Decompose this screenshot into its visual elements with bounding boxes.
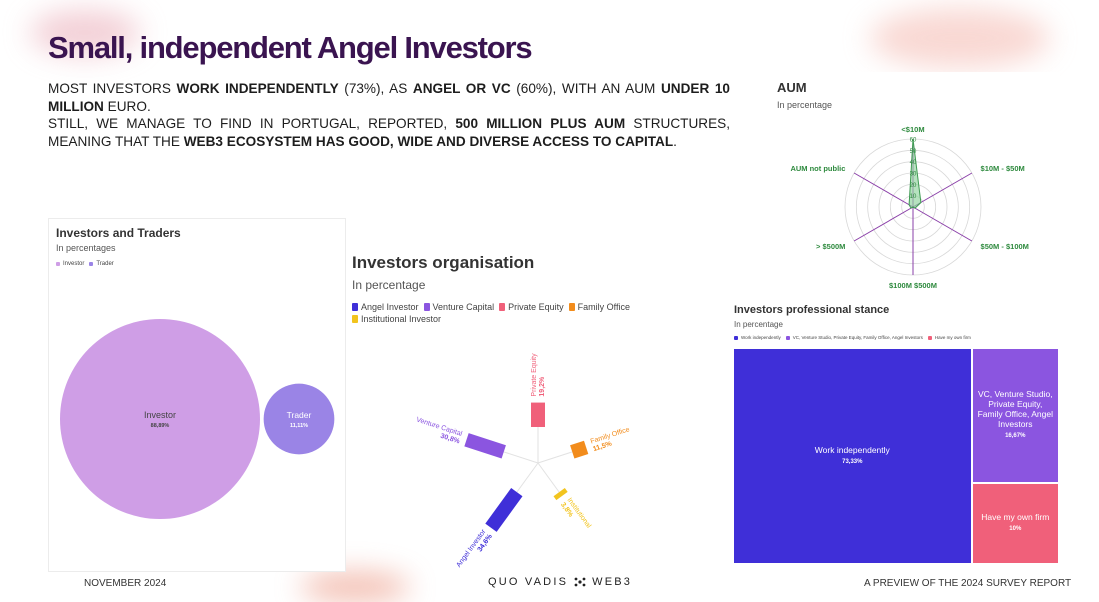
intro-text: Most investors work independently (73%),… [48, 80, 730, 150]
treemap-cell-value: 16,67% [1005, 433, 1026, 440]
radial-spoke [537, 462, 560, 493]
footer-date: NOVEMBER 2024 [84, 578, 167, 589]
radial-spoke [537, 451, 573, 464]
brand-suffix: WEB3 [592, 576, 633, 588]
footer-brand: QUO VADIS WEB3 [488, 576, 632, 588]
brand-logo-icon [574, 577, 586, 587]
legend-label: VC, Venture Studio, Private Equity, Fami… [792, 335, 923, 340]
intro-highlight: WEB3 ecosystem has good, wide and divers… [183, 133, 674, 149]
treemap-cell-value: 73,33% [842, 459, 863, 465]
radar-axis [912, 172, 973, 208]
radar-tick-label: 30 [910, 172, 917, 178]
treemap-cell-label: Have my own firm [981, 512, 1050, 523]
radar-axis [853, 206, 914, 242]
radial-bar-label: Angel Investor34,6% [455, 528, 494, 574]
radar-axis-label: $50M - $100M [981, 242, 1029, 251]
legend-label: Have my own firm [934, 335, 971, 340]
intro-run: (73%), as [338, 81, 413, 96]
legend-item-vc-studio-pe-fo-angel: VC, Venture Studio, Private Equity, Fami… [785, 335, 923, 340]
treemap-chart: Work independently 73,33% VC, Venture Stud… [734, 349, 1058, 563]
legend-swatch [734, 335, 738, 340]
radial-bar-chart: Private Equity19,2% Family Office11,5% Ins… [413, 353, 633, 569]
panel-aum: AUM In percentage <$10M $10M - $50M $50M -… [770, 72, 1060, 294]
radar-axis [853, 172, 914, 208]
intro-run: . [673, 133, 677, 149]
decoration-blob-bottom [300, 572, 410, 602]
intro-run: (60%), with an AUM [510, 81, 661, 96]
bubble-label: Trader [287, 410, 312, 420]
legend-item-own-firm: Have my own firm [927, 335, 971, 340]
radial-bar-angel-investor [485, 488, 523, 532]
brand-name: QUO VADIS [488, 576, 569, 588]
radar-tick-label: 20 [910, 183, 917, 189]
radar-tick-label: 10 [910, 194, 917, 200]
intro-highlight: Angel or VC [412, 81, 511, 96]
intro-run: euro. [103, 98, 151, 114]
chart-subtitle: In percentage [734, 320, 783, 329]
radar-axis-label: > $500M [816, 242, 845, 251]
intro-highlight: work independently [176, 81, 339, 96]
radar-axis-label: AUM not public [790, 164, 845, 173]
radial-spoke [503, 451, 539, 464]
radar-tick-label: 50 [910, 149, 917, 155]
treemap-cell-label: Work independently [814, 445, 890, 455]
radial-bar-label: Private Equity19,2% [531, 353, 546, 397]
treemap-cell-work-independently: Work independently 73,33% [734, 349, 971, 563]
radar-tick-label: 40 [910, 160, 917, 166]
page-title: Small, independent Angel Investors [48, 30, 533, 65]
radial-bar-family-office [570, 440, 589, 459]
panel-professional-stance: Investors professional stance In percent… [730, 298, 1060, 566]
radial-bar-label: Family Office11,5% [590, 426, 633, 453]
radial-bar-private-equity [531, 402, 545, 427]
bubble-value-label: 11,11% [290, 423, 308, 429]
treemap-cell-label: VC, Venture Studio, Private Equity, Fami… [977, 389, 1053, 430]
radial-bar-institutional [553, 488, 568, 501]
radar-chart: <$10M $10M - $50M $50M - $100M $100M $500M >… [790, 125, 1029, 290]
radar-axis-label: $100M $500M [889, 281, 937, 290]
treemap-cell-value: 10% [1009, 526, 1022, 533]
radial-spoke [516, 462, 539, 493]
radar-axis [912, 206, 973, 242]
legend-item-work-independently: Work independently [734, 335, 781, 340]
decoration-blob-top-right [870, 8, 1050, 68]
intro-run: Still, we manage to find in Portugal, re… [48, 116, 456, 131]
radial-bar-venture-capital [464, 433, 506, 459]
chart-legend: Work independently VC, Venture Studio, P… [734, 335, 976, 340]
treemap-cell-vc-studio-pe-fo-angel: VC, Venture Studio, Private Equity, Fami… [972, 349, 1058, 482]
panel-investors-traders: Investors and Traders In percentages Inv… [48, 218, 346, 572]
radar-axis-label: <$10M [901, 125, 924, 134]
legend-swatch [927, 335, 932, 340]
intro-highlight: 500 million plus AUM [455, 116, 626, 131]
radar-tick-label: 60 [910, 138, 917, 144]
radial-bar-label: Institutional3,8% [559, 497, 592, 535]
legend-label: Work independently [741, 335, 781, 340]
footer-report-label: A PREVIEW OF THE 2024 SURVEY REPORT [864, 578, 1072, 589]
legend-swatch [785, 335, 790, 340]
chart-title: Investors professional stance [734, 304, 890, 316]
bubble-label: Investor [144, 410, 176, 420]
radial-bar-label: Venture Capital30,8% [413, 416, 464, 445]
intro-run: Most investors [48, 81, 177, 96]
treemap-cell-own-firm: Have my own firm 10% [972, 483, 1058, 563]
radar-axis-label: $10M - $50M [981, 164, 1025, 173]
bubble-value-label: 88,89% [151, 423, 170, 429]
bubble-chart: Investor 88,89% Trader 11,11% [60, 319, 335, 519]
panel-investors-organisation: Investors organisation In percentage Ang… [348, 248, 720, 569]
